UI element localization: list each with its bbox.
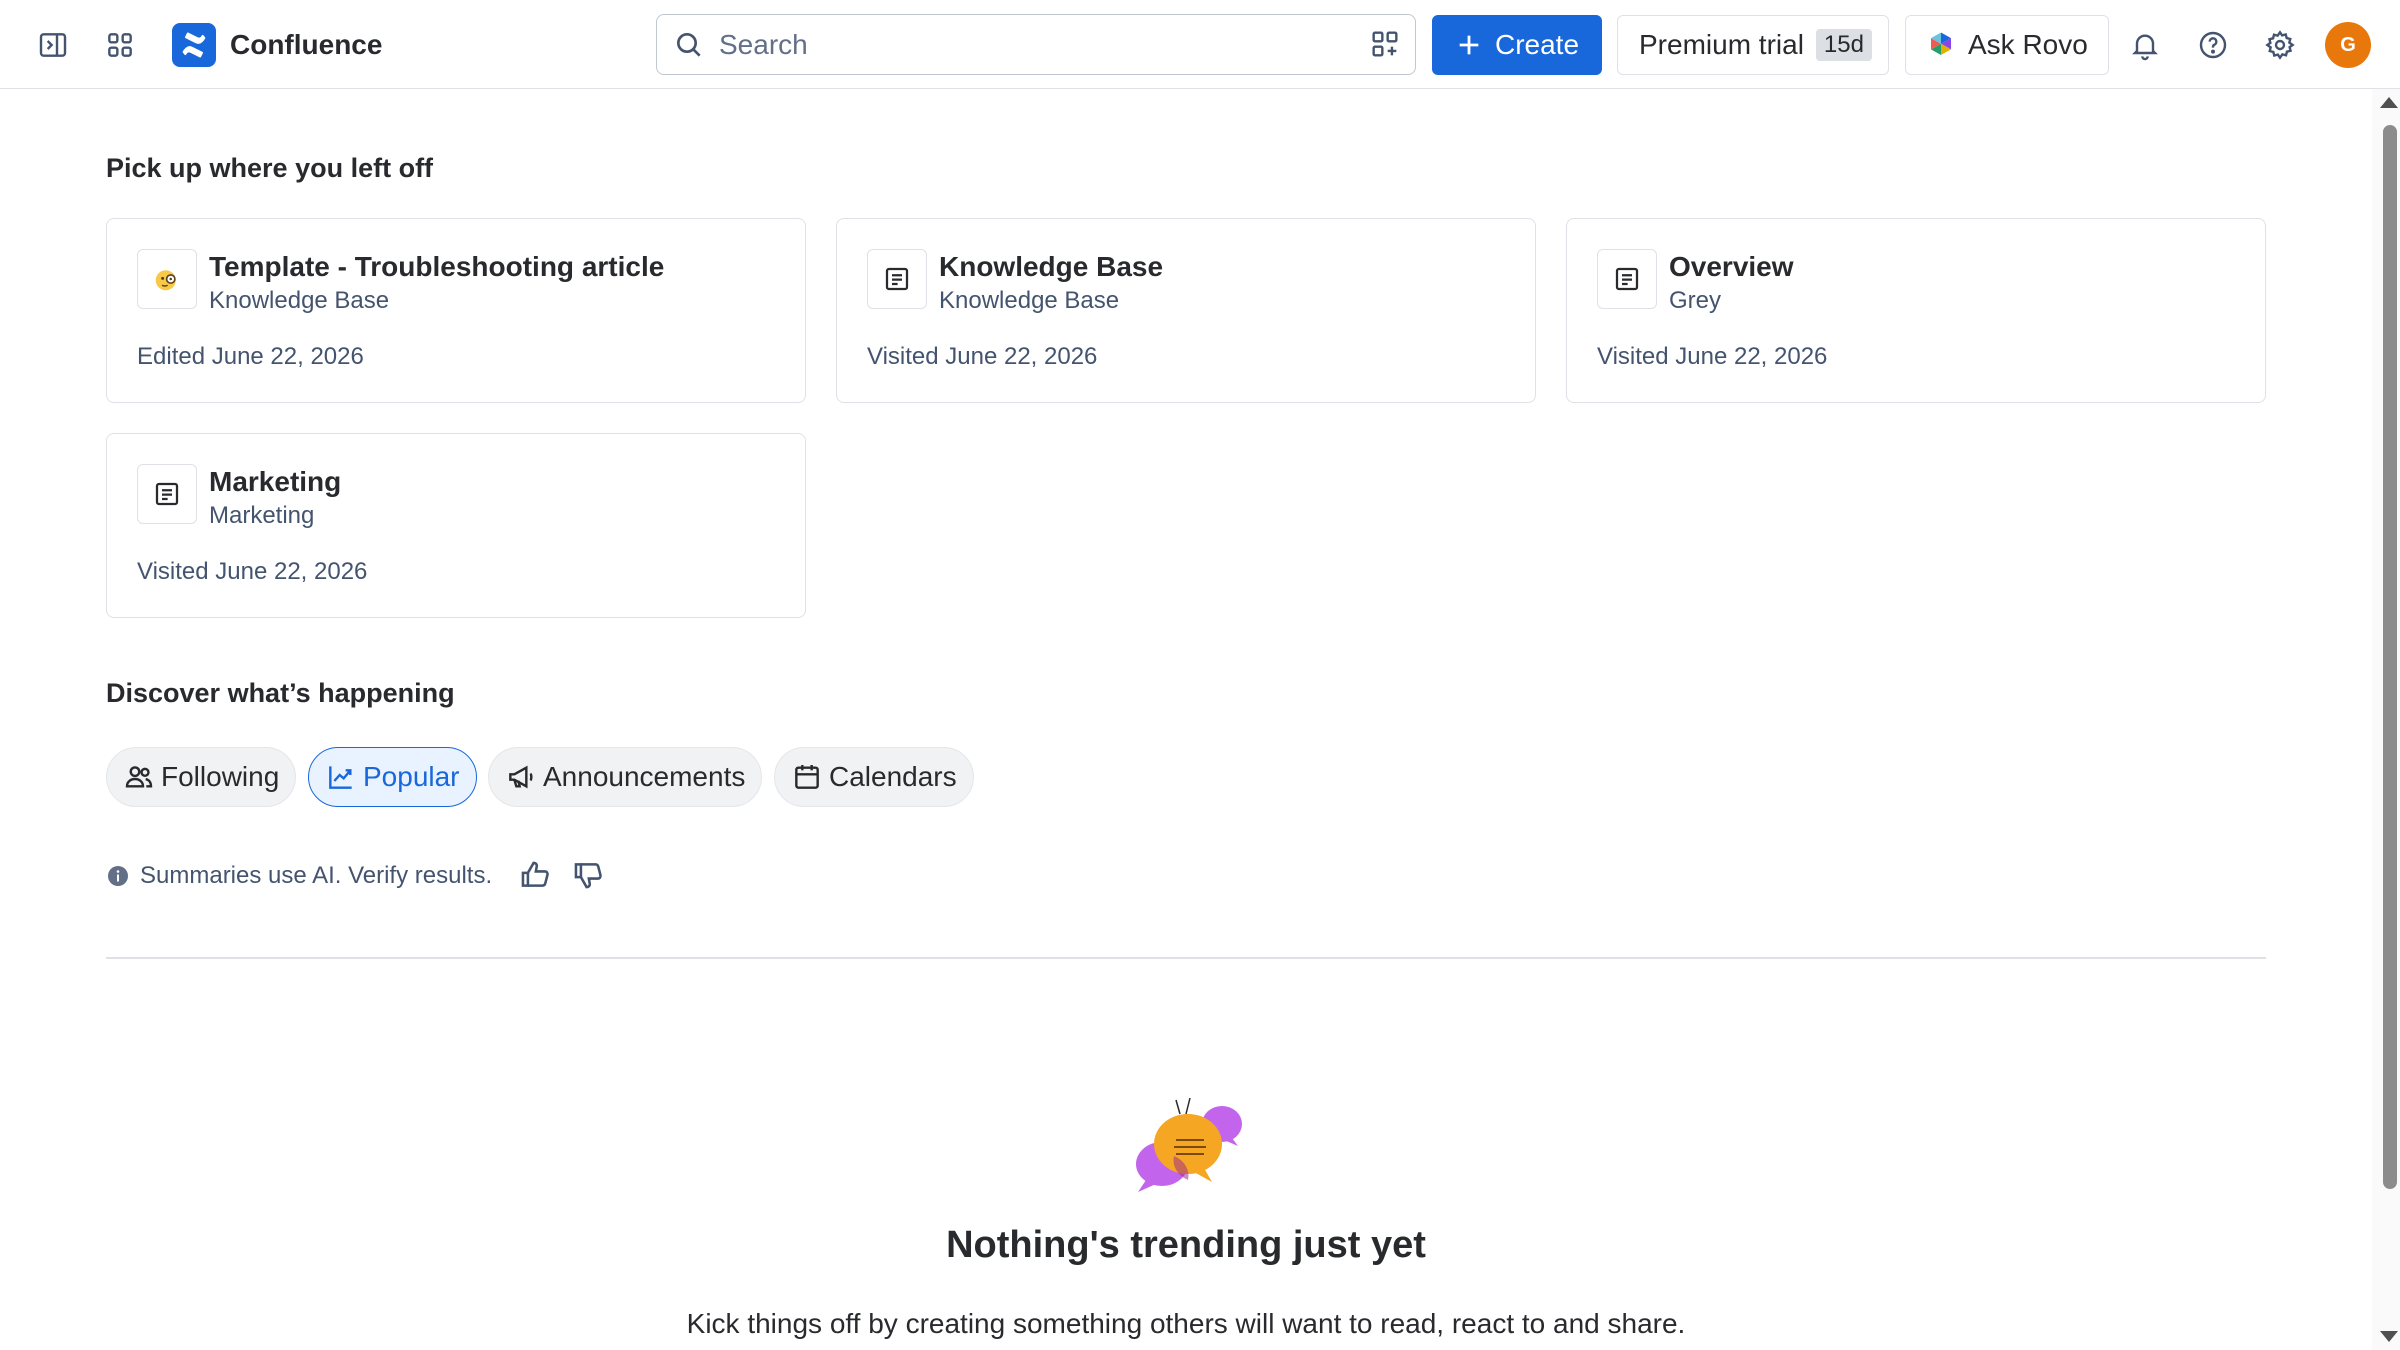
- discover-section-title: Discover what’s happening: [106, 678, 455, 708]
- recent-card-space: Marketing: [209, 502, 315, 529]
- recent-card-space: Knowledge Base: [209, 287, 390, 314]
- recent-card-meta: Visited June 22, 2026: [137, 558, 368, 585]
- search-input[interactable]: [719, 28, 1339, 61]
- scroll-up-arrow-icon[interactable]: [2380, 97, 2398, 108]
- ask-rovo-label: Ask Rovo: [1968, 29, 2088, 60]
- user-avatar[interactable]: G: [2325, 22, 2371, 68]
- tab-label: Following: [161, 761, 280, 792]
- rovo-icon: [1931, 32, 1951, 55]
- section-divider: [106, 957, 2266, 959]
- recent-card[interactable]: Template - Troubleshooting article Knowl…: [106, 218, 806, 403]
- confluence-logo-icon: [172, 23, 216, 67]
- recent-card-space: Knowledge Base: [939, 287, 1120, 314]
- create-button-label: Create: [1494, 29, 1580, 60]
- tab-calendars[interactable]: Calendars: [774, 747, 974, 807]
- info-icon: [108, 866, 128, 886]
- recent-card-meta: Edited June 22, 2026: [137, 343, 364, 370]
- recent-card-title: Marketing: [209, 466, 342, 497]
- confluence-logo[interactable]: Confluence: [172, 22, 382, 68]
- tab-popular[interactable]: Popular: [308, 747, 477, 807]
- thumbs-down-icon[interactable]: [571, 858, 605, 892]
- calendar-icon: [795, 765, 819, 789]
- recent-card-title: Overview: [1669, 251, 1794, 282]
- recent-card-title: Template - Troubleshooting article: [209, 251, 665, 282]
- bell-icon[interactable]: [2122, 22, 2168, 68]
- recent-card-title: Knowledge Base: [939, 251, 1164, 282]
- trending-chart-icon: [329, 766, 352, 789]
- scroll-down-arrow-icon[interactable]: [2380, 1331, 2398, 1342]
- people-icon: [125, 766, 153, 788]
- page-icon: [867, 249, 927, 309]
- qr-code-icon[interactable]: [1369, 28, 1401, 60]
- empty-state-title: Nothing's trending just yet: [946, 1224, 1426, 1266]
- app-name: Confluence: [230, 29, 383, 60]
- create-button[interactable]: Create: [1432, 15, 1602, 75]
- ask-rovo-button[interactable]: Ask Rovo: [1905, 15, 2109, 75]
- tab-label: Announcements: [543, 761, 746, 792]
- top-navigation-bar: Confluence Create Premium trial 15d Ask …: [0, 0, 2400, 89]
- tab-label: Calendars: [829, 761, 957, 792]
- recent-card-meta: Visited June 22, 2026: [1597, 343, 1828, 370]
- empty-state-description: Kick things off by creating something ot…: [686, 1308, 1686, 1339]
- premium-trial-button[interactable]: Premium trial 15d: [1617, 15, 1889, 75]
- speech-bubbles-illustration: [1136, 1097, 1242, 1192]
- sidebar-toggle-icon[interactable]: [30, 22, 76, 68]
- recent-card[interactable]: Overview Grey Visited June 22, 2026: [1566, 218, 2266, 403]
- premium-trial-label: Premium trial: [1639, 29, 1804, 60]
- tab-following[interactable]: Following: [106, 747, 297, 807]
- thumbs-up-icon[interactable]: [518, 858, 552, 892]
- recent-card-space: Grey: [1669, 287, 1722, 314]
- recent-section-title: Pick up where you left off: [106, 153, 434, 183]
- gear-icon[interactable]: [2257, 22, 2303, 68]
- page-scrollbar[interactable]: [2372, 89, 2400, 1350]
- recent-card-meta: Visited June 22, 2026: [867, 343, 1098, 370]
- ai-disclaimer-text: Summaries use AI. Verify results.: [140, 862, 493, 889]
- search-icon: [677, 32, 701, 57]
- ai-disclaimer: Summaries use AI. Verify results.: [106, 862, 492, 890]
- trial-days-badge: 15d: [1815, 29, 1872, 61]
- page-icon: [137, 464, 197, 524]
- scrollbar-thumb[interactable]: [2383, 125, 2397, 1189]
- search-field[interactable]: [656, 14, 1416, 75]
- tab-announcements[interactable]: Announcements: [488, 747, 763, 807]
- recent-card[interactable]: Knowledge Base Knowledge Base Visited Ju…: [836, 218, 1536, 403]
- app-switcher-icon[interactable]: [97, 22, 143, 68]
- page-icon: [1597, 249, 1657, 309]
- tab-label: Popular: [363, 761, 460, 792]
- plus-icon: [1459, 35, 1479, 55]
- emoji-magnifier-face-icon: [137, 249, 197, 309]
- recent-card[interactable]: Marketing Marketing Visited June 22, 202…: [106, 433, 806, 618]
- help-icon[interactable]: [2190, 22, 2236, 68]
- megaphone-icon: [509, 765, 533, 789]
